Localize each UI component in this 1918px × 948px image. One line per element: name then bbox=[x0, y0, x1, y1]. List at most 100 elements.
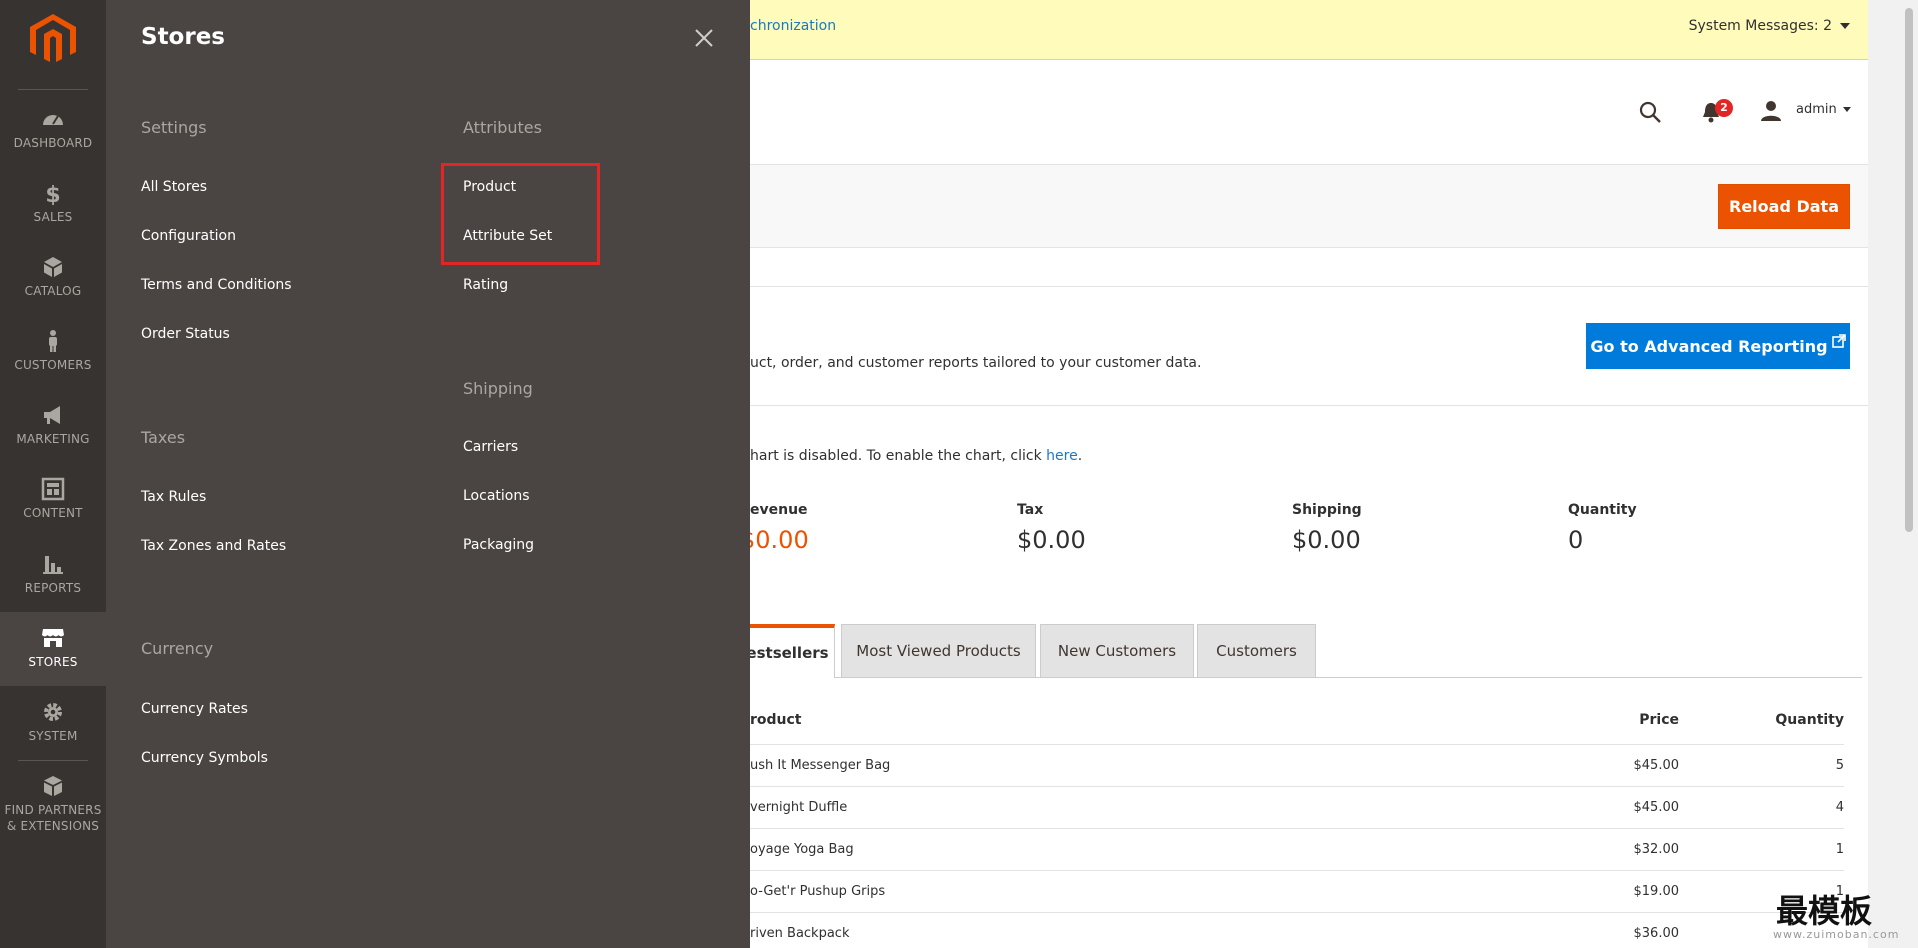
enable-chart-link[interactable]: here bbox=[1046, 448, 1078, 464]
nav-item-find-partners[interactable]: FIND PARTNERS & EXTENSIONS bbox=[0, 760, 106, 850]
chart-note-suffix: . bbox=[1077, 448, 1083, 464]
advanced-reporting-label: Go to Advanced Reporting bbox=[1590, 336, 1828, 356]
system-messages-toggle[interactable]: System Messages: 2 bbox=[1689, 18, 1850, 34]
cube-stack-icon bbox=[44, 776, 62, 796]
nav-item-dashboard[interactable]: DASHBOARD bbox=[0, 93, 106, 167]
nav-label: REPORTS bbox=[24, 581, 82, 595]
tab-bestsellers[interactable]: estsellers bbox=[750, 624, 835, 678]
storefront-icon bbox=[42, 629, 64, 647]
section-heading-attributes: Attributes bbox=[463, 118, 542, 137]
menu-link-tax-rules[interactable]: Tax Rules bbox=[141, 489, 206, 505]
tab-most-viewed-products[interactable]: Most Viewed Products bbox=[841, 624, 1036, 678]
menu-link-configuration[interactable]: Configuration bbox=[141, 228, 236, 244]
column-header-product[interactable]: roduct bbox=[750, 712, 802, 728]
menu-link-rating[interactable]: Rating bbox=[463, 277, 508, 293]
scrollbar-thumb[interactable] bbox=[1905, 8, 1913, 532]
external-link-icon bbox=[1831, 334, 1846, 348]
menu-link-all-stores[interactable]: All Stores bbox=[141, 179, 207, 195]
product-name: ush It Messenger Bag bbox=[750, 758, 891, 773]
product-qty: 1 bbox=[1835, 842, 1844, 857]
megaphone-icon bbox=[44, 406, 60, 424]
advanced-reporting-button[interactable]: Go to Advanced Reporting bbox=[1586, 323, 1850, 369]
section-heading-taxes: Taxes bbox=[141, 428, 186, 447]
nav-item-customers[interactable]: CUSTOMERS bbox=[0, 315, 106, 389]
dashboard-icon bbox=[43, 115, 63, 125]
admin-user-menu[interactable]: admin bbox=[1796, 102, 1851, 117]
nav-label: CUSTOMERS bbox=[14, 358, 92, 372]
chevron-down-icon bbox=[1840, 23, 1850, 29]
menu-link-packaging[interactable]: Packaging bbox=[463, 537, 534, 553]
nav-label: STORES bbox=[28, 655, 78, 669]
nav-label: SALES bbox=[33, 210, 73, 224]
column-header-quantity[interactable]: Quantity bbox=[1775, 712, 1844, 728]
nav-item-catalog[interactable]: CATALOG bbox=[0, 241, 106, 315]
watermark-url: www.zuimoban.com bbox=[1773, 928, 1900, 941]
search-icon[interactable] bbox=[1638, 100, 1662, 124]
menu-link-order-status[interactable]: Order Status bbox=[141, 326, 230, 342]
user-icon[interactable] bbox=[1760, 100, 1782, 122]
stat-value: $0.00 bbox=[750, 526, 809, 554]
nav-item-stores[interactable]: STORES bbox=[0, 612, 106, 686]
bar-chart-icon bbox=[43, 556, 63, 574]
nav-item-system[interactable]: SYSTEM bbox=[0, 686, 106, 760]
page-actions-toolbar: Reload Data bbox=[750, 164, 1868, 248]
product-price: $45.00 bbox=[1633, 800, 1680, 815]
chevron-down-icon bbox=[1842, 107, 1851, 112]
nav-label: MARKETING bbox=[16, 432, 90, 446]
table-row[interactable]: vernight Duffle $45.00 4 bbox=[750, 786, 1844, 828]
nav-label: CONTENT bbox=[23, 506, 83, 520]
system-message-bar: chronization System Messages: 2 bbox=[750, 0, 1868, 60]
menu-link-tax-zones-rates[interactable]: Tax Zones and Rates bbox=[141, 538, 286, 554]
stat-value: 0 bbox=[1568, 526, 1584, 554]
reload-data-button[interactable]: Reload Data bbox=[1718, 184, 1850, 229]
dashboard-tabs: estsellers Most Viewed Products New Cust… bbox=[750, 624, 1862, 678]
chart-note-text: hart is disabled. To enable the chart, c… bbox=[750, 448, 1047, 464]
product-qty: 4 bbox=[1835, 800, 1844, 815]
nav-item-reports[interactable]: REPORTS bbox=[0, 538, 106, 612]
product-price: $32.00 bbox=[1633, 842, 1680, 857]
close-icon[interactable] bbox=[692, 26, 716, 50]
advanced-reporting-section: uct, order, and customer reports tailore… bbox=[750, 286, 1868, 406]
nav-label: FIND PARTNERS bbox=[4, 803, 102, 817]
stat-shipping: Shipping $0.00 bbox=[1292, 502, 1362, 554]
product-price: $36.00 bbox=[1633, 926, 1680, 941]
stat-label: Quantity bbox=[1568, 502, 1637, 518]
product-price: $19.00 bbox=[1633, 884, 1680, 899]
dollar-icon: $ bbox=[45, 183, 60, 205]
section-heading-shipping: Shipping bbox=[463, 379, 533, 398]
product-name: oyage Yoga Bag bbox=[750, 842, 854, 857]
nav-item-marketing[interactable]: MARKETING bbox=[0, 389, 106, 463]
product-qty: 5 bbox=[1835, 758, 1844, 773]
admin-username: admin bbox=[1796, 102, 1837, 117]
layout-icon bbox=[41, 477, 65, 501]
stat-quantity: Quantity 0 bbox=[1568, 502, 1637, 554]
product-name: o-Get'r Pushup Grips bbox=[750, 884, 886, 899]
message-link[interactable]: chronization bbox=[750, 18, 836, 34]
table-row[interactable]: oyage Yoga Bag $32.00 1 bbox=[750, 828, 1844, 870]
section-heading-currency: Currency bbox=[141, 639, 214, 658]
magento-logo-icon[interactable] bbox=[30, 14, 76, 64]
box-icon bbox=[44, 257, 62, 277]
tab-new-customers[interactable]: New Customers bbox=[1040, 624, 1194, 678]
table-row[interactable]: ush It Messenger Bag $45.00 5 bbox=[750, 744, 1844, 786]
page-scrollbar[interactable] bbox=[1900, 0, 1918, 948]
section-heading-settings: Settings bbox=[141, 118, 207, 137]
table-row[interactable]: o-Get'r Pushup Grips $19.00 1 bbox=[750, 870, 1844, 912]
notification-count-badge[interactable]: 2 bbox=[1715, 99, 1733, 117]
menu-link-currency-symbols[interactable]: Currency Symbols bbox=[141, 750, 268, 766]
menu-link-locations[interactable]: Locations bbox=[463, 488, 530, 504]
menu-link-carriers[interactable]: Carriers bbox=[463, 439, 518, 455]
nav-item-sales[interactable]: $ SALES bbox=[0, 167, 106, 241]
stat-label: Tax bbox=[1017, 502, 1044, 518]
menu-link-terms-conditions[interactable]: Terms and Conditions bbox=[141, 277, 292, 293]
nav-divider bbox=[18, 89, 88, 90]
column-header-price[interactable]: Price bbox=[1639, 712, 1679, 728]
stat-label: Shipping bbox=[1292, 502, 1362, 518]
table-row[interactable]: riven Backpack $36.00 bbox=[750, 912, 1844, 948]
nav-label: & EXTENSIONS bbox=[6, 819, 100, 833]
menu-link-currency-rates[interactable]: Currency Rates bbox=[141, 701, 248, 717]
stores-flyout: Stores Settings All Stores Configuration… bbox=[106, 0, 750, 948]
nav-item-content[interactable]: CONTENT bbox=[0, 463, 106, 537]
tab-customers[interactable]: Customers bbox=[1197, 624, 1316, 678]
watermark-logo: 最模板 bbox=[1776, 892, 1873, 930]
